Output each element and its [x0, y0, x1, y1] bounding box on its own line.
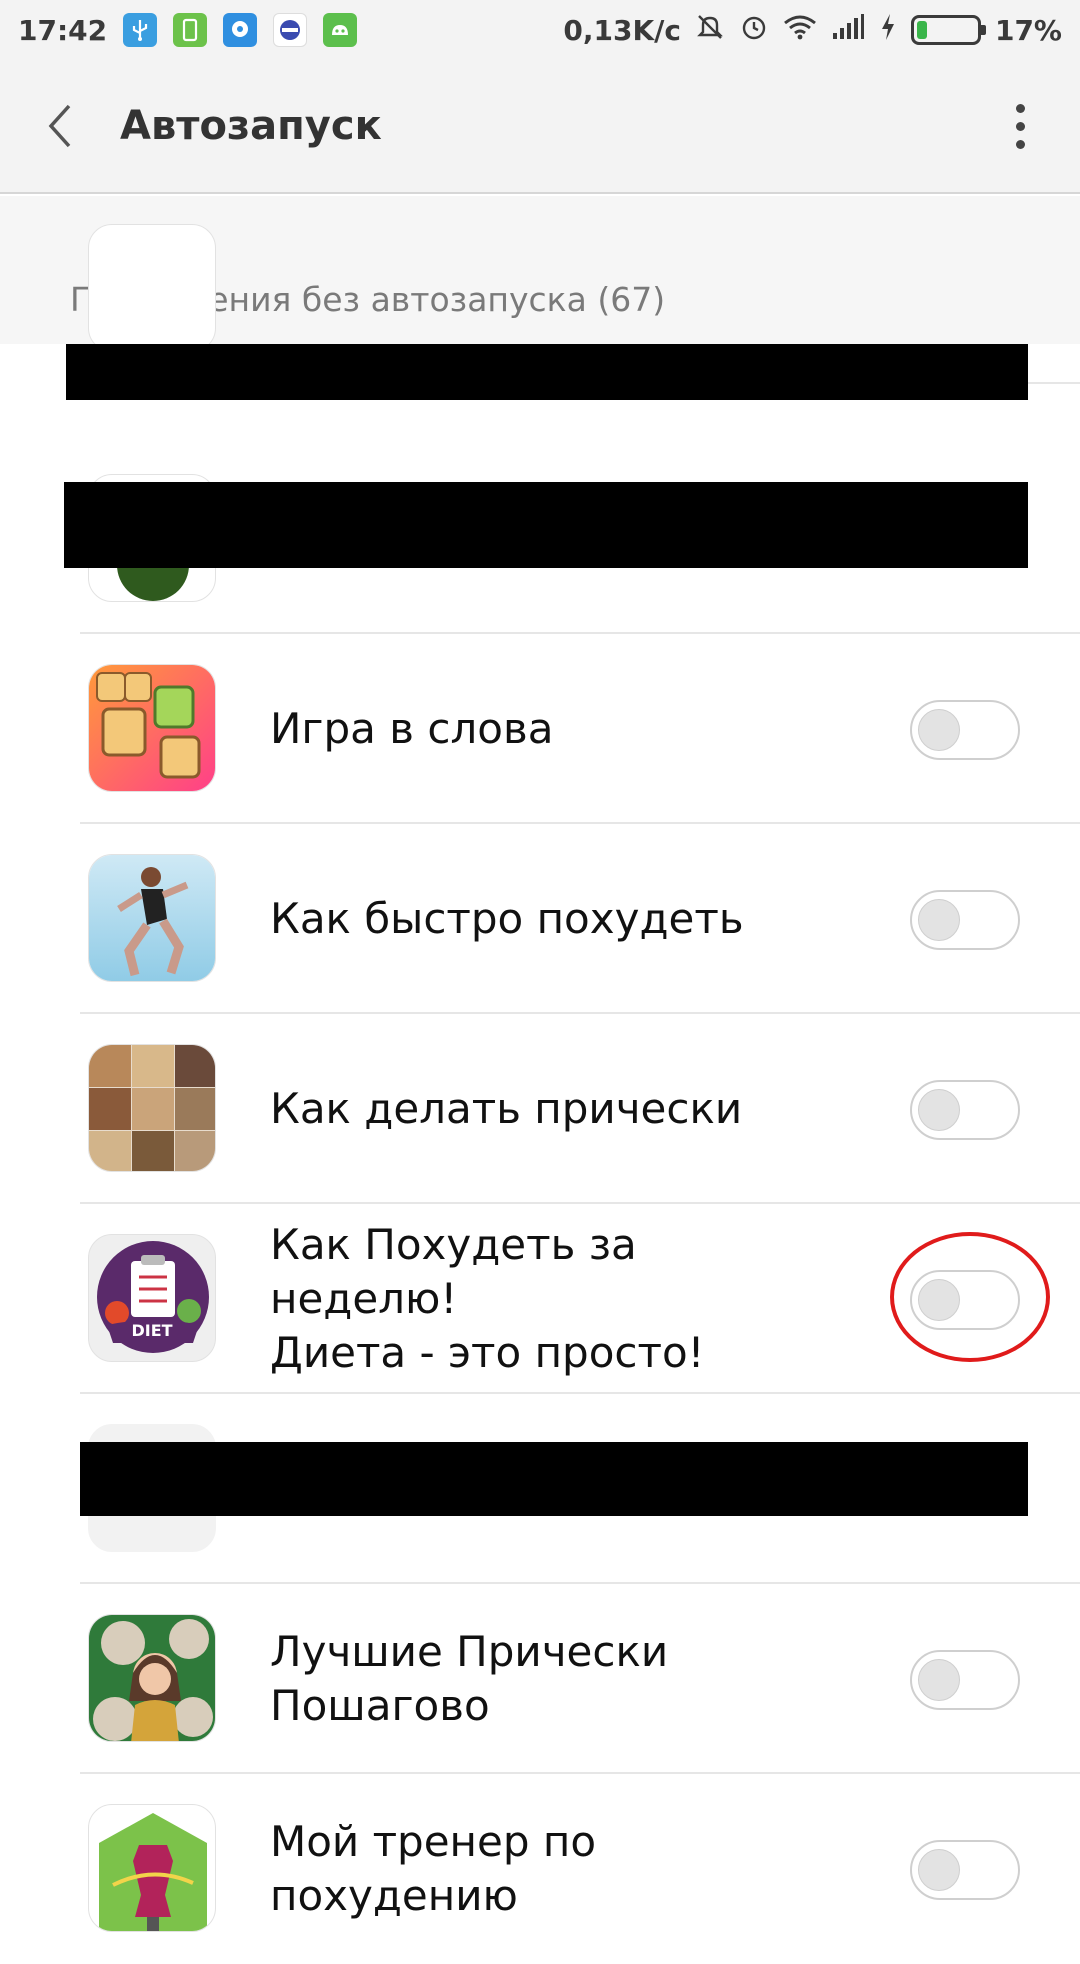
phone-icon: [173, 13, 208, 47]
usb-icon: [123, 13, 158, 47]
more-options-button[interactable]: [960, 59, 1080, 193]
highlight-circle: [890, 1232, 1050, 1362]
battery-percent: 17%: [994, 13, 1062, 47]
autostart-toggle[interactable]: [910, 1650, 1020, 1710]
signal-icon: [831, 13, 865, 48]
autostart-toggle[interactable]: [910, 700, 1020, 760]
redaction-bar: [64, 482, 1028, 568]
words-game-app-icon: [88, 664, 216, 792]
best-hairstyles-app-icon: [88, 1614, 216, 1742]
autostart-toggle[interactable]: [910, 1840, 1020, 1900]
app-icon: [88, 224, 216, 352]
chevron-left-icon: [48, 104, 71, 148]
list-item[interactable]: Мой тренер по похудению: [0, 1774, 1080, 1964]
page-title: Автозапуск: [120, 103, 382, 149]
hairstyles-app-icon: [88, 1044, 216, 1172]
app-label: Лучшие Прически Пошагово: [270, 1627, 669, 1730]
redaction-bar: [80, 1442, 1028, 1516]
toggle-knob: [918, 899, 960, 941]
toolbar: Автозапуск: [0, 60, 1080, 194]
more-vert-icon: [1015, 103, 1025, 113]
back-button[interactable]: [0, 59, 120, 193]
app-label: Игра в слова: [270, 704, 554, 753]
weight-trainer-app-icon: [88, 1804, 216, 1932]
android-icon: [323, 13, 358, 47]
mute-icon: [695, 12, 725, 49]
wifi-icon: [783, 13, 817, 48]
app-label: Как делать прически: [270, 1084, 743, 1133]
status-bar: 17:42 0,13K/c 17%: [0, 0, 1080, 60]
network-speed: 0,13K/c: [563, 13, 681, 47]
battery-icon: [910, 15, 986, 45]
browser-icon: [273, 13, 308, 47]
alarm-icon: [739, 12, 769, 49]
toggle-knob: [918, 709, 960, 751]
status-time: 17:42: [18, 13, 108, 47]
toggle-knob: [918, 1659, 960, 1701]
app-label: Мой тренер по похудению: [270, 1817, 597, 1920]
list-item[interactable]: Лучшие Прически Пошагово: [0, 1584, 1080, 1774]
toggle-knob: [918, 1849, 960, 1891]
app-label: Как быстро похудеть: [270, 894, 744, 943]
status-left: 17:42: [18, 13, 358, 47]
autostart-toggle[interactable]: [910, 1080, 1020, 1140]
chat-icon: [223, 13, 258, 47]
diet-icon-text: DIET: [131, 1321, 173, 1340]
battery-level: [916, 21, 927, 39]
autostart-toggle[interactable]: [910, 890, 1020, 950]
list-item[interactable]: Как делать прически: [0, 1014, 1080, 1204]
redaction-bar: [66, 344, 1028, 400]
charging-icon: [879, 12, 897, 49]
list-item[interactable]: Как быстро похудеть: [0, 824, 1080, 1014]
list-item[interactable]: Игра в слова: [0, 634, 1080, 824]
fitness-app-icon: [88, 854, 216, 982]
status-right: 0,13K/c 17%: [563, 12, 1062, 49]
toggle-knob: [918, 1089, 960, 1131]
app-label: Как Похудеть за неделю! Диета - это прос…: [270, 1220, 705, 1377]
diet-app-icon: DIET: [88, 1234, 216, 1362]
